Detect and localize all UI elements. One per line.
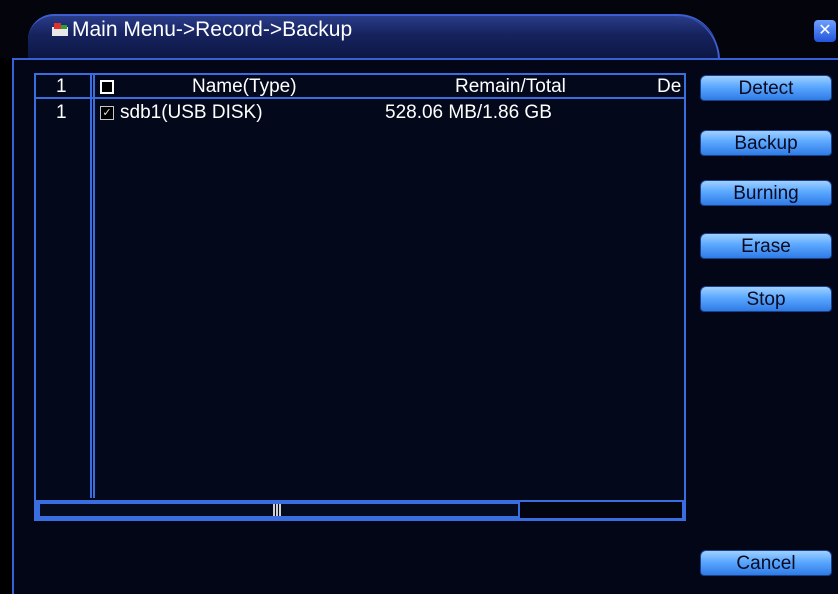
- header-device[interactable]: De: [657, 76, 684, 98]
- burning-button[interactable]: Burning: [700, 180, 832, 206]
- table-row-remain-total[interactable]: 528.06 MB/1.86 GB: [385, 102, 552, 124]
- header-remain-total[interactable]: Remain/Total: [455, 76, 566, 98]
- detect-button[interactable]: Detect: [700, 75, 832, 101]
- detect-button-label: Detect: [738, 78, 794, 99]
- row-checkbox[interactable]: ✓: [100, 106, 114, 120]
- menu-folder-icon: [52, 23, 68, 36]
- column-divider-index: [90, 75, 92, 498]
- select-all-checkbox[interactable]: [100, 80, 114, 94]
- backup-button-label: Backup: [734, 133, 798, 154]
- erase-button[interactable]: Erase: [700, 233, 832, 259]
- table-row-index: 1: [56, 102, 67, 123]
- column-divider-checkbox: [93, 75, 95, 498]
- stop-button[interactable]: Stop: [700, 286, 832, 312]
- backup-button[interactable]: Backup: [700, 130, 832, 156]
- cancel-button-label: Cancel: [736, 553, 796, 574]
- header-index: 1: [56, 76, 67, 97]
- grip-icon: [273, 504, 281, 516]
- cancel-button[interactable]: Cancel: [700, 550, 832, 576]
- header-name[interactable]: Name(Type): [192, 76, 297, 98]
- device-table: [34, 73, 686, 521]
- stop-button-label: Stop: [746, 289, 786, 310]
- table-row-name[interactable]: sdb1(USB DISK): [120, 102, 263, 124]
- erase-button-label: Erase: [741, 236, 791, 257]
- header-divider: [36, 97, 684, 99]
- close-icon[interactable]: ✕: [814, 20, 836, 42]
- burning-button-label: Burning: [733, 183, 799, 204]
- window-title: Main Menu->Record->Backup: [72, 18, 353, 41]
